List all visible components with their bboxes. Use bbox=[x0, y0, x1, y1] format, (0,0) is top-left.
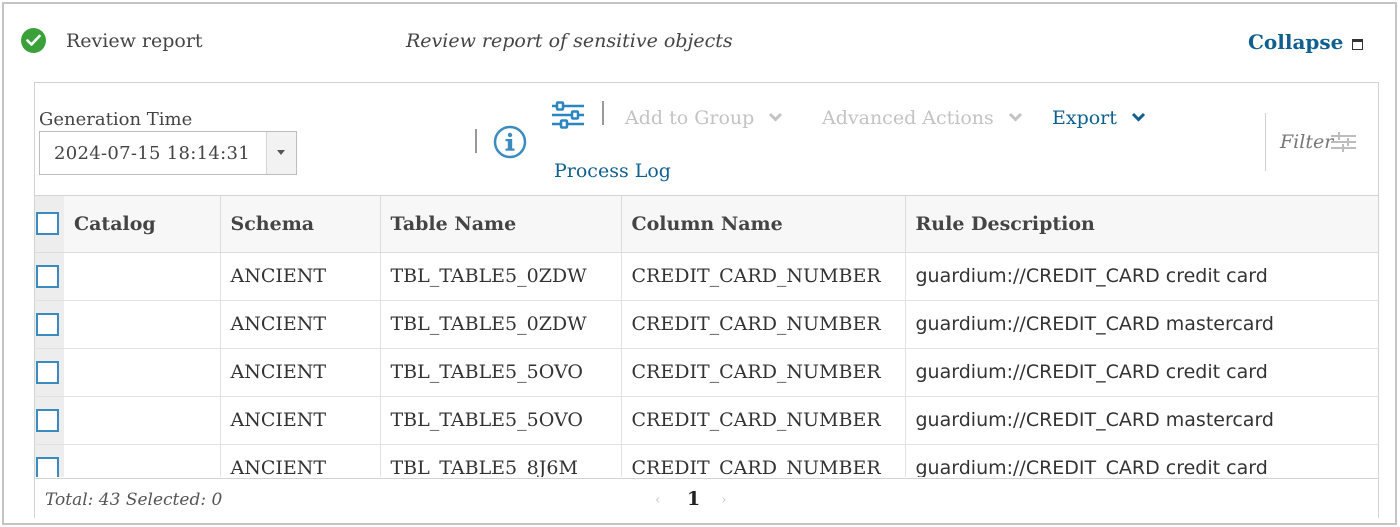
report-header: Review report Review report of sensitive… bbox=[4, 4, 1395, 78]
table-name-cell: TBL_TABLE5_0ZDW bbox=[380, 300, 622, 349]
export-button[interactable]: Export bbox=[1052, 105, 1146, 129]
catalog-cell bbox=[64, 444, 221, 477]
row-checkbox[interactable] bbox=[36, 360, 59, 384]
row-select-cell bbox=[35, 252, 64, 301]
table-name-cell: TBL_TABLE5_8J6M bbox=[380, 444, 622, 477]
schema-cell: ANCIENT bbox=[220, 396, 381, 445]
collapse-button[interactable]: Collapse bbox=[1248, 30, 1343, 54]
catalog-cell bbox=[64, 300, 221, 349]
rule-description-cell: guardium://CREDIT_CARD credit card bbox=[905, 444, 1378, 477]
row-checkbox[interactable] bbox=[36, 456, 59, 477]
row-checkbox[interactable] bbox=[36, 408, 59, 432]
generation-time-select[interactable]: 2024-07-15 18:14:31 bbox=[39, 131, 297, 175]
row-select-cell bbox=[35, 396, 64, 445]
catalog-cell bbox=[64, 348, 221, 397]
page-number-current[interactable]: 1 bbox=[687, 488, 700, 510]
row-select-cell bbox=[35, 444, 64, 477]
generation-time-value: 2024-07-15 18:14:31 bbox=[54, 143, 251, 164]
row-select-cell bbox=[35, 348, 64, 397]
caret-down-icon bbox=[277, 150, 285, 155]
column-header-catalog[interactable]: Catalog bbox=[64, 196, 221, 253]
results-table: Catalog Schema Table Name Column Name Ru… bbox=[35, 196, 1378, 477]
schema-cell: ANCIENT bbox=[220, 300, 381, 349]
results-table-container[interactable]: Catalog Schema Table Name Column Name Ru… bbox=[35, 195, 1378, 477]
table-row[interactable]: ANCIENT TBL_TABLE5_8J6M CREDIT_CARD_NUMB… bbox=[35, 444, 1378, 477]
column-name-cell: CREDIT_CARD_NUMBER bbox=[621, 348, 906, 397]
column-name-cell: CREDIT_CARD_NUMBER bbox=[621, 396, 906, 445]
process-log-link[interactable]: Process Log bbox=[554, 160, 671, 182]
add-to-group-label: Add to Group bbox=[625, 107, 755, 129]
chevron-down-icon bbox=[768, 105, 783, 127]
table-name-cell: TBL_TABLE5_0ZDW bbox=[380, 252, 622, 301]
filter-icon[interactable] bbox=[1330, 129, 1358, 159]
export-label: Export bbox=[1052, 107, 1117, 129]
schema-cell: ANCIENT bbox=[220, 252, 381, 301]
table-name-cell: TBL_TABLE5_5OVO bbox=[380, 396, 622, 445]
table-row[interactable]: ANCIENT TBL_TABLE5_0ZDW CREDIT_CARD_NUMB… bbox=[35, 252, 1378, 301]
row-checkbox[interactable] bbox=[36, 312, 59, 336]
chevron-down-icon bbox=[1131, 105, 1146, 127]
table-row[interactable]: ANCIENT TBL_TABLE5_0ZDW CREDIT_CARD_NUMB… bbox=[35, 300, 1378, 349]
column-header-schema[interactable]: Schema bbox=[220, 196, 381, 253]
add-to-group-button[interactable]: Add to Group bbox=[625, 105, 783, 129]
toolbar-divider bbox=[475, 129, 477, 153]
table-name-cell: TBL_TABLE5_5OVO bbox=[380, 348, 622, 397]
previous-page-icon[interactable]: ‹ bbox=[655, 492, 661, 508]
filter-placeholder: Filter bbox=[1280, 131, 1334, 153]
advanced-actions-label: Advanced Actions bbox=[822, 107, 994, 129]
minimize-icon[interactable] bbox=[1352, 39, 1363, 50]
rule-description-cell: guardium://CREDIT_CARD credit card bbox=[905, 252, 1378, 301]
filter-input[interactable]: Filter bbox=[1265, 113, 1379, 171]
select-all-cell bbox=[35, 196, 64, 253]
column-header-column-name[interactable]: Column Name bbox=[621, 196, 906, 253]
next-page-icon[interactable]: › bbox=[721, 492, 727, 508]
check-circle-icon bbox=[21, 28, 46, 53]
sliders-settings-icon[interactable] bbox=[551, 101, 585, 129]
column-name-cell: CREDIT_CARD_NUMBER bbox=[621, 444, 906, 477]
table-footer: Total: 43 Selected: 0 ‹ 1 › bbox=[35, 478, 1378, 518]
schema-cell: ANCIENT bbox=[220, 348, 381, 397]
review-report-panel: Review report Review report of sensitive… bbox=[2, 2, 1397, 525]
table-header-row: Catalog Schema Table Name Column Name Ru… bbox=[35, 196, 1378, 253]
catalog-cell bbox=[64, 396, 221, 445]
column-header-rule-description[interactable]: Rule Description bbox=[905, 196, 1378, 253]
generation-time-label: Generation Time bbox=[39, 109, 193, 130]
report-title: Review report bbox=[66, 30, 203, 52]
select-all-checkbox[interactable] bbox=[36, 212, 59, 236]
table-row[interactable]: ANCIENT TBL_TABLE5_5OVO CREDIT_CARD_NUMB… bbox=[35, 348, 1378, 397]
report-subtitle: Review report of sensitive objects bbox=[406, 30, 733, 52]
row-checkbox[interactable] bbox=[36, 264, 59, 288]
report-content: Generation Time 2024-07-15 18:14:31 Add … bbox=[34, 82, 1379, 518]
dropdown-toggle[interactable] bbox=[266, 132, 296, 174]
row-select-cell bbox=[35, 300, 64, 349]
toolbar-divider bbox=[602, 101, 604, 125]
info-icon[interactable] bbox=[493, 125, 527, 159]
chevron-down-icon bbox=[1008, 105, 1023, 127]
column-name-cell: CREDIT_CARD_NUMBER bbox=[621, 252, 906, 301]
schema-cell: ANCIENT bbox=[220, 444, 381, 477]
rule-description-cell: guardium://CREDIT_CARD mastercard bbox=[905, 300, 1378, 349]
column-header-table-name[interactable]: Table Name bbox=[380, 196, 622, 253]
advanced-actions-button[interactable]: Advanced Actions bbox=[822, 105, 1023, 129]
column-name-cell: CREDIT_CARD_NUMBER bbox=[621, 300, 906, 349]
total-selected-count: Total: 43 Selected: 0 bbox=[45, 490, 223, 510]
table-row[interactable]: ANCIENT TBL_TABLE5_5OVO CREDIT_CARD_NUMB… bbox=[35, 396, 1378, 445]
catalog-cell bbox=[64, 252, 221, 301]
rule-description-cell: guardium://CREDIT_CARD mastercard bbox=[905, 396, 1378, 445]
rule-description-cell: guardium://CREDIT_CARD credit card bbox=[905, 348, 1378, 397]
